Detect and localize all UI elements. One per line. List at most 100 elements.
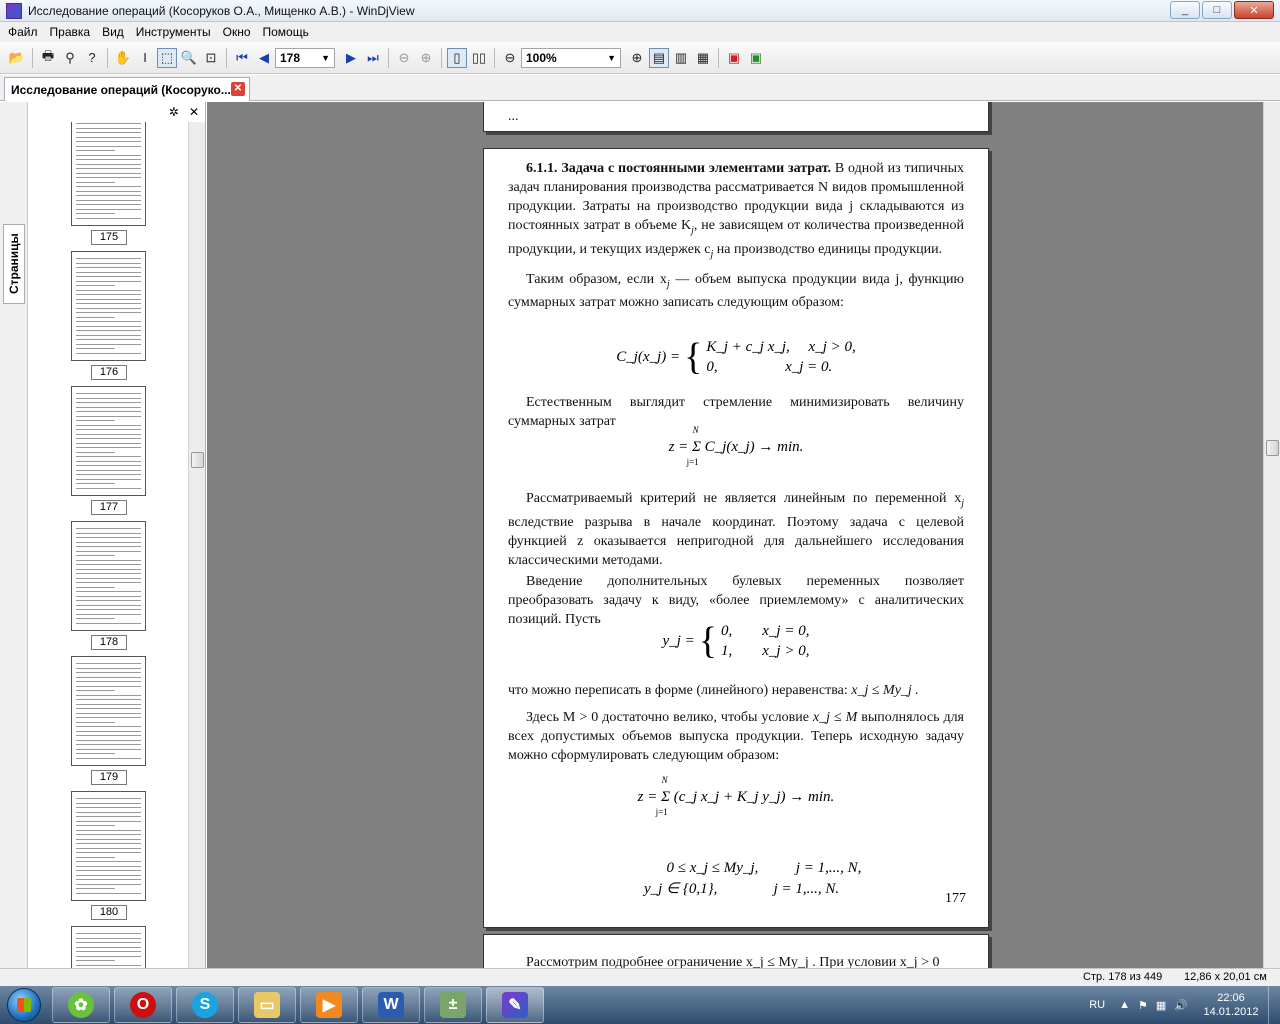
document-scrollbar[interactable] [1263, 102, 1280, 968]
display-mode-icon[interactable]: ▣ [724, 48, 744, 68]
page-number-combo[interactable]: 178 ▼ [275, 47, 335, 68]
thumbnail-text-line [76, 141, 141, 142]
open-icon[interactable]: 📂 [7, 48, 27, 68]
thumbnail-text-line [76, 393, 141, 394]
last-page-icon[interactable]: ⏭ [363, 48, 383, 68]
thumbnail-text-line [76, 186, 141, 187]
thumbnail-text-line [76, 843, 141, 844]
language-indicator[interactable]: RU [1089, 999, 1105, 1011]
close-button[interactable]: ✕ [1234, 1, 1274, 19]
show-desktop-button[interactable] [1268, 986, 1280, 1024]
thumbnail-text-line [76, 406, 141, 408]
close-tab-icon[interactable]: ✕ [231, 82, 245, 96]
maximize-button[interactable]: □ [1202, 1, 1232, 19]
brace-icon: { [684, 336, 703, 378]
thumbnail-scrollbar-thumb[interactable] [191, 452, 204, 468]
tray-arrow-icon[interactable]: ▲ [1119, 999, 1130, 1011]
section-heading: 6.1.1. Задача с постоянными элементами з… [526, 161, 832, 176]
facing-pages-icon[interactable]: ▯▯ [469, 48, 489, 68]
actual-size-icon[interactable]: ▦ [693, 48, 713, 68]
thumbnail-text-line [76, 694, 141, 696]
menu-edit[interactable]: Правка [44, 25, 97, 39]
window-title: Исследование операций (Косоруков О.А., М… [28, 3, 415, 18]
zoom-rect-icon[interactable]: ⊡ [201, 48, 221, 68]
page-thumbnail-number[interactable]: 179 [91, 770, 127, 785]
print-icon[interactable]: 🖶 [38, 48, 58, 68]
fit-width-icon[interactable]: ▥ [671, 48, 691, 68]
first-page-icon[interactable]: ⏮ [232, 48, 252, 68]
page-176-partial: ... [483, 102, 989, 132]
next-page-icon[interactable]: ▶ [341, 48, 361, 68]
back-icon[interactable]: ⊖ [394, 48, 414, 68]
close-pane-icon[interactable]: ✕ [189, 105, 199, 119]
page-thumbnail[interactable] [71, 386, 146, 496]
thumbnail-text-line [76, 739, 141, 741]
page-thumbnail-number[interactable]: 175 [91, 230, 127, 245]
paragraph-4-wrap: Рассматриваемый критерий не является лин… [508, 489, 964, 629]
taskbar-skype[interactable]: S [176, 987, 234, 1023]
thumbnail-text-line [76, 892, 141, 894]
document-scrollbar-thumb[interactable] [1266, 440, 1279, 456]
page-thumbnail[interactable] [71, 791, 146, 901]
minimize-button[interactable]: _ [1170, 1, 1200, 19]
prev-page-icon[interactable]: ◀ [254, 48, 274, 68]
volume-icon[interactable]: 🔊 [1174, 999, 1188, 1012]
thumbnail-text-line [76, 735, 141, 736]
pages-tab[interactable]: Страницы [3, 224, 25, 304]
page-thumbnail-number[interactable]: 178 [91, 635, 127, 650]
rect-select-icon[interactable]: ⬚ [157, 47, 177, 68]
page-thumbnail[interactable] [71, 926, 146, 968]
start-button[interactable] [0, 986, 48, 1024]
zoom-in-icon[interactable]: ⊕ [627, 48, 647, 68]
document-tab[interactable]: Исследование операций (Косоруко... ✕ [4, 77, 250, 101]
hand-tool-icon[interactable]: ✋ [113, 48, 133, 68]
taskbar-opera[interactable]: O [114, 987, 172, 1023]
menu-tools[interactable]: Инструменты [130, 25, 217, 39]
page-thumbnail[interactable] [71, 251, 146, 361]
settings-icon[interactable]: ✲ [169, 105, 179, 119]
display-layers-icon[interactable]: ▣ [746, 48, 766, 68]
help-icon[interactable]: ? [82, 48, 102, 68]
single-page-icon[interactable]: ▯ [447, 47, 467, 68]
flag-icon[interactable]: ⚑ [1138, 999, 1148, 1012]
taskbar-windjview[interactable]: ✎ [486, 987, 544, 1023]
media-player-icon: ▶ [316, 992, 342, 1018]
zoom-tool-icon[interactable]: 🔍 [179, 48, 199, 68]
taskbar-icq[interactable]: ✿ [52, 987, 110, 1023]
formula-1-case-2: 0, x_j = 0. [706, 359, 833, 375]
thumbnail-text-line [76, 469, 141, 471]
page-thumbnail[interactable] [71, 656, 146, 766]
network-icon[interactable]: ▦ [1156, 999, 1166, 1012]
menu-window[interactable]: Окно [217, 25, 257, 39]
thumbnail-text-line [76, 879, 141, 880]
sidebar-tab-strip: Страницы [0, 102, 28, 968]
forward-icon[interactable]: ⊕ [416, 48, 436, 68]
thumbnail-scrollbar[interactable] [188, 122, 205, 968]
document-viewer[interactable]: ... 6.1.1. Задача с постоянными элемента… [207, 102, 1263, 968]
text-select-icon[interactable]: I [135, 48, 155, 68]
thumbnail-text-line [76, 532, 141, 534]
thumbnail-text-line [76, 145, 141, 147]
page-thumbnail-number[interactable]: 176 [91, 365, 127, 380]
thumbnail-text-line [76, 865, 141, 867]
find-icon[interactable]: ⚲ [60, 48, 80, 68]
clock[interactable]: 22:06 14.01.2012 [1194, 991, 1268, 1019]
fit-page-icon[interactable]: ▤ [649, 47, 669, 68]
zoom-combo[interactable]: 100% ▼ [521, 47, 621, 68]
menu-help[interactable]: Помощь [257, 25, 315, 39]
taskbar-word[interactable]: W [362, 987, 420, 1023]
zoom-out-icon[interactable]: ⊖ [500, 48, 520, 68]
taskbar-calculator[interactable]: ± [424, 987, 482, 1023]
menu-file[interactable]: Файл [2, 25, 44, 39]
page-thumbnail-number[interactable]: 177 [91, 500, 127, 515]
page-thumbnail-number[interactable]: 180 [91, 905, 127, 920]
taskbar-explorer[interactable]: ▭ [238, 987, 296, 1023]
taskbar-media-player[interactable]: ▶ [300, 987, 358, 1023]
status-page-info: Стр. 178 из 449 [1083, 971, 1163, 983]
page-thumbnail[interactable] [71, 521, 146, 631]
toolbar: 📂 🖶 ⚲ ? ✋ I ⬚ 🔍 ⊡ ⏮ ◀ 178 ▼ ▶ ⏭ ⊖ ⊕ ▯ ▯▯… [0, 42, 1280, 74]
menu-view[interactable]: Вид [96, 25, 130, 39]
thumbnail-text-line [76, 307, 141, 309]
page-thumbnail[interactable] [71, 122, 146, 226]
page-178-partial: Рассмотрим подробнее ограничение x_j ≤ M… [483, 934, 989, 968]
